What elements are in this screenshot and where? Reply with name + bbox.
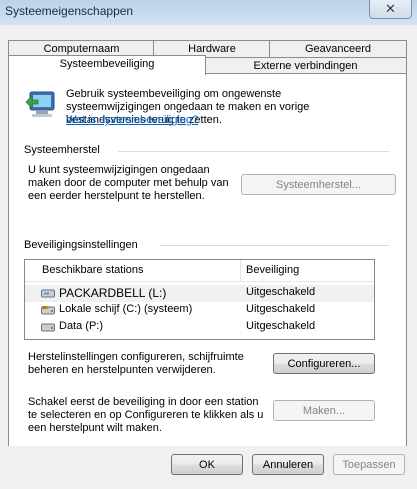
column-header-protection[interactable]: Beveiliging	[246, 264, 299, 276]
tab-systeembeveiliging[interactable]: Systeembeveiliging	[8, 55, 206, 75]
protection-settings-group-title: Beveiligingsinstellingen	[24, 239, 138, 251]
tab-label: Externe verbindingen	[253, 60, 358, 72]
tab-label: Computernaam	[43, 43, 120, 55]
drive-row[interactable]: Lokale schijf (C:) (systeem) Uitgeschake…	[25, 302, 374, 319]
group-separator	[160, 245, 389, 246]
cancel-button[interactable]: Annuleren	[252, 454, 324, 475]
close-icon: ✕	[385, 1, 396, 16]
system-restore-text: U kunt systeemwijzigingen ongedaan maken…	[28, 164, 229, 202]
hard-drive-icon	[41, 323, 55, 332]
create-button[interactable]: Maken...	[273, 400, 375, 421]
column-divider	[240, 260, 241, 281]
column-header-drives[interactable]: Beschikbare stations	[42, 264, 144, 276]
drive-row[interactable]: PACKARDBELL (L:) Uitgeschakeld	[25, 285, 374, 302]
drives-list-header: Beschikbare stations Beveiliging	[25, 260, 374, 282]
what-is-system-protection-link[interactable]: Wat is systeembeveiliging?	[66, 114, 198, 126]
tab-label: Systeembeveiliging	[59, 58, 155, 70]
system-restore-button[interactable]: Systeemherstel...	[241, 174, 396, 195]
ok-button[interactable]: OK	[171, 454, 243, 475]
drive-protection-status: Uitgeschakeld	[246, 303, 316, 315]
system-protection-icon	[24, 86, 58, 120]
removable-drive-icon	[41, 289, 55, 298]
create-restore-point-text: Schakel eerst de beveiliging in door een…	[28, 396, 264, 434]
configure-text: Herstelinstellingen configureren, schijf…	[28, 351, 244, 376]
tab-externe-verbindingen[interactable]: Externe verbindingen	[204, 57, 407, 74]
system-properties-window: Systeemeigenschappen ✕ Computernaam Hard…	[0, 0, 417, 489]
dialog-footer: OK Annuleren Toepassen	[0, 446, 417, 489]
window-title: Systeemeigenschappen	[5, 4, 134, 18]
group-separator	[118, 151, 389, 152]
tab-label: Hardware	[188, 43, 236, 55]
apply-button[interactable]: Toepassen	[333, 454, 405, 475]
drive-name: Lokale schijf (C:) (systeem)	[59, 303, 193, 315]
drive-name: PACKARDBELL (L:)	[59, 286, 167, 300]
configure-button[interactable]: Configureren...	[273, 353, 375, 374]
drive-row[interactable]: Data (P:) Uitgeschakeld	[25, 319, 374, 336]
drive-protection-status: Uitgeschakeld	[246, 320, 316, 332]
system-restore-group-title: Systeemherstel	[24, 144, 100, 156]
drives-list[interactable]: Beschikbare stations Beveiliging PACKARD…	[24, 259, 375, 340]
tab-geavanceerd[interactable]: Geavanceerd	[269, 40, 407, 57]
tab-row-bottom: Systeembeveiliging Externe verbindingen	[0, 55, 417, 75]
drive-name: Data (P:)	[59, 320, 104, 332]
drive-protection-status: Uitgeschakeld	[246, 286, 316, 298]
system-drive-icon	[41, 306, 55, 315]
close-button[interactable]: ✕	[369, 0, 412, 19]
tab-label: Geavanceerd	[304, 43, 372, 55]
title-bar[interactable]: Systeemeigenschappen ✕	[0, 0, 417, 25]
